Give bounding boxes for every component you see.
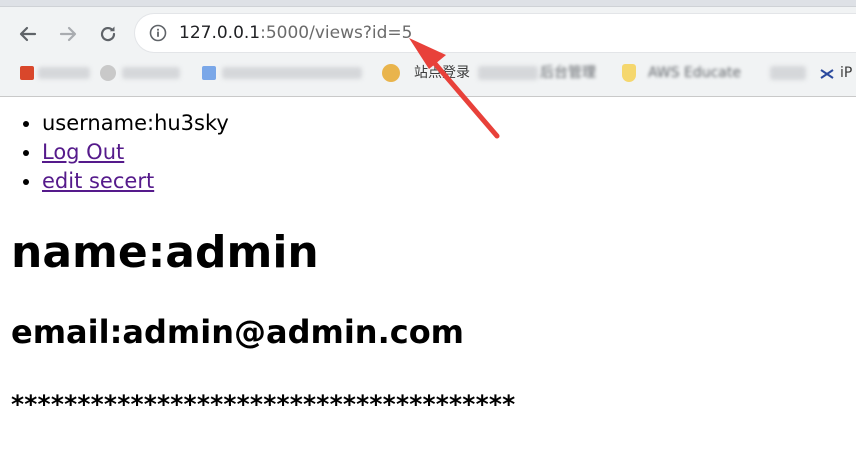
bookmark-blurred[interactable] xyxy=(478,66,538,80)
back-button[interactable] xyxy=(14,20,42,48)
masked-secret: ************************************** xyxy=(11,390,516,419)
logo-icon[interactable] xyxy=(820,67,834,81)
bookmark-blurred[interactable] xyxy=(122,67,180,79)
user-nav-list: username:hu3sky Log Out edit secert xyxy=(0,109,229,196)
logout-link[interactable]: Log Out xyxy=(42,140,124,164)
forward-button[interactable] xyxy=(54,20,82,48)
bookmark-blurred[interactable] xyxy=(38,67,90,79)
url-text[interactable]: 127.0.0.1:5000/views?id=5 xyxy=(179,22,412,44)
url-path: :5000/views?id=5 xyxy=(260,23,413,43)
reload-button[interactable] xyxy=(94,20,122,48)
address-bar[interactable]: 127.0.0.1:5000/views?id=5 xyxy=(135,14,856,52)
bookmark-blurred[interactable] xyxy=(770,66,806,80)
bookmarks-bar: 站点登录 后台管理 AWS Educate iP xyxy=(0,58,856,90)
browser-toolbar: 127.0.0.1:5000/views?id=5 站点登录 后台管理 AWS … xyxy=(0,0,856,97)
profile-email-heading: email:admin@admin.com xyxy=(11,313,465,351)
list-item: edit secert xyxy=(42,167,229,196)
bookmark-label[interactable]: iP xyxy=(840,64,852,82)
profile-name-heading: name:admin xyxy=(11,227,319,278)
list-item: username:hu3sky xyxy=(42,109,229,138)
bookmark-favicon-icon[interactable] xyxy=(100,65,116,81)
globe-icon[interactable] xyxy=(382,64,400,82)
bookmark-label[interactable]: 后台管理 xyxy=(540,64,596,82)
edit-secret-link[interactable]: edit secert xyxy=(42,169,154,193)
url-host: 127.0.0.1 xyxy=(179,23,261,43)
bookmark-blurred[interactable] xyxy=(222,67,362,79)
list-item: Log Out xyxy=(42,138,229,167)
shield-icon[interactable] xyxy=(622,64,636,82)
bookmark-label[interactable]: AWS Educate xyxy=(648,64,741,82)
bookmark-favicon-icon[interactable] xyxy=(202,66,216,80)
bookmark-favicon-icon[interactable] xyxy=(20,66,34,80)
username-label: username:hu3sky xyxy=(42,111,229,135)
reload-icon xyxy=(100,26,116,42)
tab-strip xyxy=(0,0,856,7)
bookmark-label[interactable]: 站点登录 xyxy=(414,64,470,82)
info-icon[interactable] xyxy=(149,24,167,42)
page-content: username:hu3sky Log Out edit secert name… xyxy=(0,97,856,449)
forward-arrow-icon xyxy=(59,26,77,42)
back-arrow-icon xyxy=(19,26,37,42)
